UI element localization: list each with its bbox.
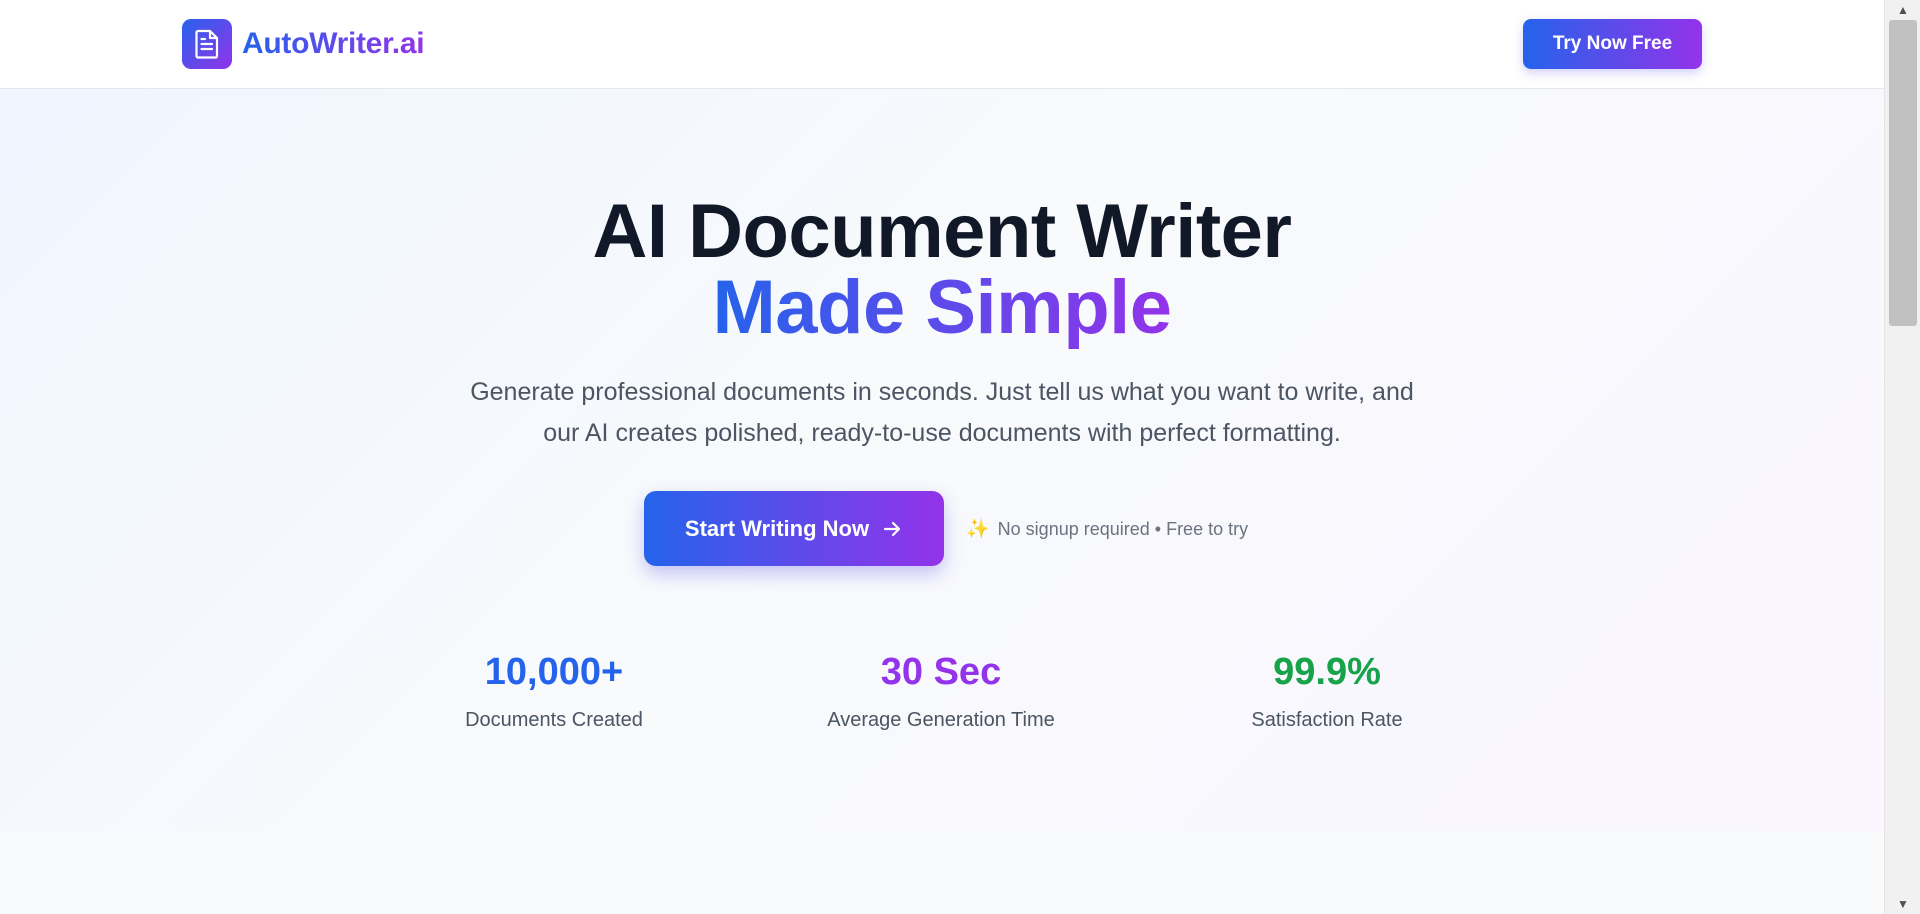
start-writing-button[interactable]: Start Writing Now [644,491,944,566]
brand[interactable]: AutoWriter.ai [182,19,425,69]
hero-subtitle-line-2: our AI creates polished, ready-to-use do… [543,419,1341,447]
stat-satisfaction-rate: 99.9% Satisfaction Rate [1167,649,1487,733]
try-now-free-button[interactable]: Try Now Free [1523,19,1702,69]
stat-documents-created: 10,000+ Documents Created [394,649,714,733]
stat-label: Documents Created [465,709,643,731]
vertical-scrollbar[interactable]: ▲ ▼ [1884,0,1920,914]
stat-value: 30 Sec [880,651,1002,693]
sparkles-icon: ✨ [966,519,990,540]
scroll-down-arrow-icon[interactable]: ▼ [1885,894,1920,914]
brand-name[interactable]: AutoWriter.ai [242,27,425,61]
signup-note: ✨ No signup required • Free to try [966,516,1248,542]
hero-subtitle: Generate professional documents in secon… [442,372,1442,454]
stat-average-generation-time: 30 Sec Average Generation Time [781,649,1101,733]
document-icon [182,19,232,69]
hero-section: AI Document Writer Made Simple Generate … [0,89,1884,831]
arrow-right-icon [883,521,901,536]
signup-note-text: No signup required • Free to try [997,518,1249,539]
cta-row: Start Writing Now ✨ No signup required •… [0,491,1884,566]
next-section [0,831,1884,914]
stat-value: 99.9% [1273,651,1381,693]
scroll-up-arrow-icon[interactable]: ▲ [1885,0,1920,20]
hero-headline: AI Document Writer [592,189,1292,274]
scrollbar-thumb[interactable] [1889,20,1917,326]
hero-headline-highlight: Made Simple [0,270,1884,346]
hero-subtitle-line-1: Generate professional documents in secon… [470,378,1414,406]
hero-headline-gradient-text: Made Simple [712,265,1172,350]
stat-label: Average Generation Time [827,709,1055,731]
site-header: AutoWriter.ai Try Now Free [0,0,1884,89]
stat-label: Satisfaction Rate [1251,709,1403,731]
page-viewport: AutoWriter.ai Try Now Free AI Document W… [0,0,1884,914]
start-writing-label: Start Writing Now [684,515,870,541]
stat-value: 10,000+ [484,651,624,693]
